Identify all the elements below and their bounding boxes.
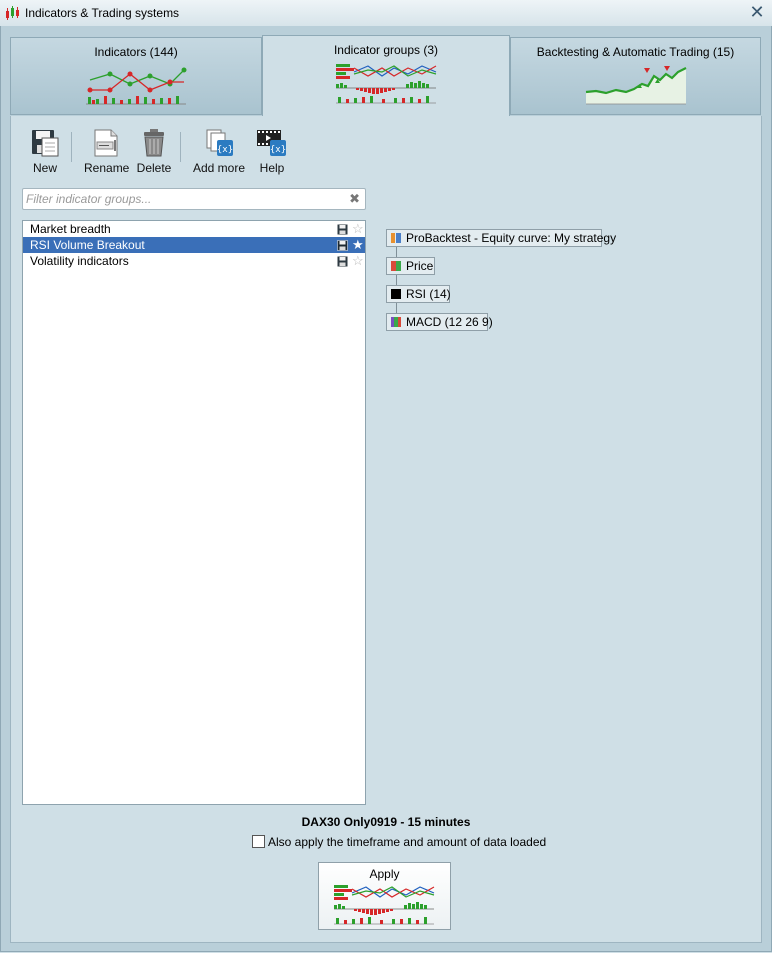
apply-button[interactable]: Apply — [318, 862, 451, 930]
ticker-info: DAX30 Only0919 - 15 minutes — [301, 815, 471, 829]
equity-curve-icon — [391, 233, 401, 243]
indicator-price[interactable]: Price — [386, 257, 435, 275]
connector-line — [396, 246, 397, 257]
save-icon[interactable] — [337, 240, 348, 251]
window-title: Indicators & Trading systems — [25, 6, 180, 20]
list-item[interactable]: Volatility indicators ☆ — [23, 253, 365, 269]
filter-input[interactable] — [26, 191, 336, 207]
tab-indicator-groups[interactable]: Indicator groups (3) — [262, 35, 510, 117]
indicator-label: MACD (12 26 9) — [406, 315, 493, 329]
svg-text:{x}: {x} — [270, 145, 286, 155]
tab-indicators-label: Indicators (144) — [94, 45, 178, 59]
rename-icon — [94, 129, 118, 157]
delete-button[interactable]: Delete — [136, 128, 172, 175]
indicator-label: Price — [406, 259, 434, 273]
indicators-chart-icon — [86, 67, 187, 105]
add-more-icon: {x} — [206, 129, 233, 156]
new-button[interactable]: New — [30, 128, 60, 175]
svg-text:{x}: {x} — [217, 145, 233, 155]
connector-line — [396, 302, 397, 313]
new-label: New — [32, 161, 57, 175]
list-item-label: RSI Volume Breakout — [30, 238, 145, 252]
indicator-groups-chart-icon — [334, 885, 435, 925]
save-icon[interactable] — [337, 224, 348, 235]
help-label: Help — [259, 161, 285, 175]
star-icon[interactable]: ☆ — [352, 221, 364, 236]
tab-backtesting[interactable]: Backtesting & Automatic Trading (15) — [510, 37, 761, 115]
star-icon[interactable]: ★ — [352, 237, 364, 252]
close-icon[interactable]: ✕ — [748, 3, 766, 21]
indicator-groups-chart-icon — [336, 64, 437, 104]
save-icon[interactable] — [337, 256, 348, 267]
tab-indicator-groups-label: Indicator groups (3) — [333, 43, 439, 57]
list-item[interactable]: Market breadth ☆ — [23, 221, 365, 237]
list-item-label: Market breadth — [30, 222, 111, 236]
list-item[interactable]: RSI Volume Breakout ★ — [23, 237, 365, 253]
toolbar-separator — [180, 132, 181, 162]
rename-button[interactable]: Rename — [84, 128, 130, 175]
star-icon[interactable]: ☆ — [352, 253, 364, 268]
indicator-macd[interactable]: MACD (12 26 9) — [386, 313, 493, 331]
help-video-icon: {x} — [257, 130, 286, 156]
new-document-icon — [32, 130, 59, 157]
delete-label: Delete — [136, 161, 172, 175]
apply-label: Apply — [369, 867, 400, 881]
tab-indicators[interactable]: Indicators (144) — [10, 37, 262, 115]
toolbar-separator — [71, 132, 72, 162]
indicator-label: ProBacktest - Equity curve: My strategy — [406, 231, 617, 245]
list-item-label: Volatility indicators — [30, 254, 129, 268]
backtesting-chart-icon — [585, 66, 686, 105]
connector-line — [396, 274, 397, 285]
indicator-groups-list: Market breadth ☆ RSI Volume Breakout ★ V… — [22, 220, 366, 805]
tab-backtesting-label: Backtesting & Automatic Trading (15) — [536, 45, 735, 59]
rsi-icon — [391, 289, 401, 299]
clear-icon[interactable]: ✖ — [349, 191, 360, 207]
indicator-rsi[interactable]: RSI (14) — [386, 285, 451, 303]
also-apply-checkbox[interactable] — [252, 835, 265, 848]
also-apply-label: Also apply the timeframe and amount of d… — [268, 835, 547, 849]
add-more-label: Add more — [192, 161, 246, 175]
trash-icon — [144, 129, 164, 157]
macd-icon — [391, 317, 401, 327]
rename-label: Rename — [84, 161, 130, 175]
app-chart-icon — [6, 6, 19, 20]
filter-box: ✖ — [22, 188, 366, 210]
indicator-label: RSI (14) — [406, 287, 451, 301]
title-bar: Indicators & Trading systems ✕ — [0, 0, 772, 27]
help-button[interactable]: {x} Help — [256, 128, 288, 175]
price-icon — [391, 261, 401, 271]
indicator-equity-curve[interactable]: ProBacktest - Equity curve: My strategy — [386, 229, 616, 247]
add-more-button[interactable]: {x} Add more — [192, 128, 246, 175]
tab-bar: Indicators (144) Indicator groups (3) Ba… — [10, 35, 762, 117]
